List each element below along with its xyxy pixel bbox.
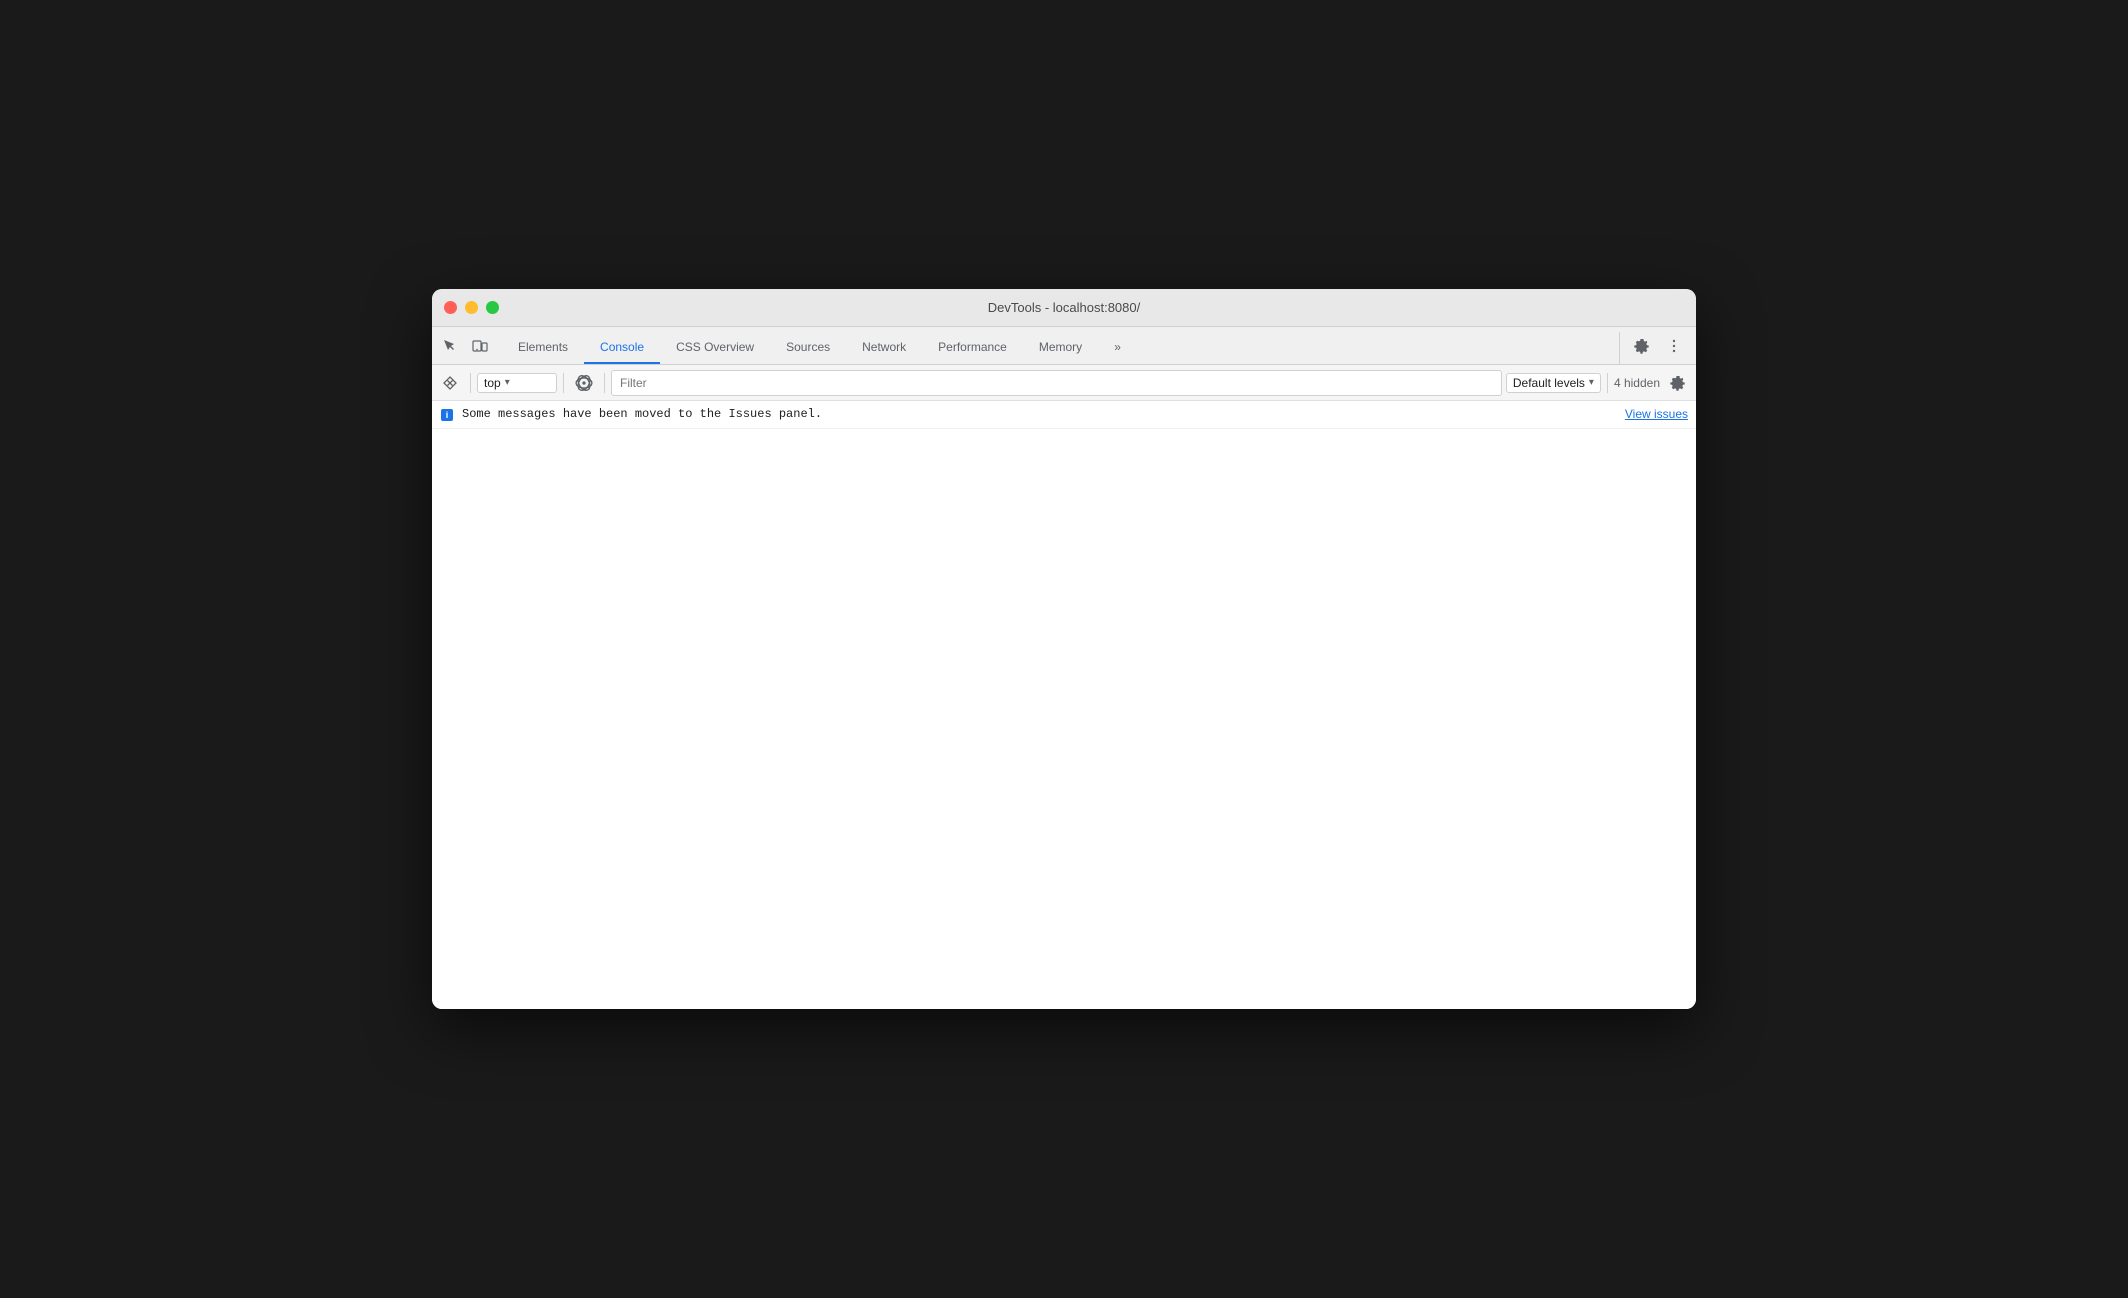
live-expressions-button[interactable]	[570, 369, 598, 397]
console-content: i Some messages have been moved to the I…	[432, 401, 1696, 1009]
inspect-element-button[interactable]	[436, 332, 464, 360]
more-options-button[interactable]	[1660, 332, 1688, 360]
toolbar-divider-2	[563, 373, 564, 393]
tab-css-overview[interactable]: CSS Overview	[660, 334, 770, 364]
settings-button[interactable]	[1628, 332, 1656, 360]
close-button[interactable]	[444, 301, 457, 314]
levels-label: Default levels	[1513, 376, 1585, 390]
console-toolbar: top ▾ Default levels ▾ 4 hidden	[432, 365, 1696, 401]
log-levels-selector[interactable]: Default levels ▾	[1506, 373, 1601, 393]
minimize-button[interactable]	[465, 301, 478, 314]
tab-network[interactable]: Network	[846, 334, 922, 364]
title-bar: DevTools - localhost:8080/	[432, 289, 1696, 327]
tab-more[interactable]: »	[1098, 334, 1137, 364]
maximize-button[interactable]	[486, 301, 499, 314]
console-settings-button[interactable]	[1664, 369, 1692, 397]
console-message: i Some messages have been moved to the I…	[432, 401, 1696, 429]
tab-memory[interactable]: Memory	[1023, 334, 1098, 364]
window-title: DevTools - localhost:8080/	[988, 300, 1140, 315]
tabs-list: Elements Console CSS Overview Sources Ne…	[502, 334, 1619, 364]
tab-elements[interactable]: Elements	[502, 334, 584, 364]
info-icon: i	[440, 408, 454, 422]
device-toolbar-button[interactable]	[466, 332, 494, 360]
levels-arrow-icon: ▾	[1589, 377, 1594, 388]
tab-bar-left-icons	[436, 332, 494, 364]
view-issues-link[interactable]: View issues	[1625, 407, 1688, 421]
context-selector[interactable]: top ▾	[477, 373, 557, 393]
tab-bar-right	[1619, 332, 1696, 364]
hidden-count: 4 hidden	[1614, 376, 1660, 390]
context-value: top	[484, 376, 501, 390]
tab-performance[interactable]: Performance	[922, 334, 1023, 364]
filter-input[interactable]	[611, 370, 1502, 396]
devtools-window: DevTools - localhost:8080/ Elements	[432, 289, 1696, 1009]
toolbar-divider-3	[604, 373, 605, 393]
tab-bar: Elements Console CSS Overview Sources Ne…	[432, 327, 1696, 365]
toolbar-divider-4	[1607, 373, 1608, 393]
svg-text:i: i	[446, 410, 449, 420]
context-arrow-icon: ▾	[505, 377, 510, 388]
toolbar-divider-1	[470, 373, 471, 393]
tab-sources[interactable]: Sources	[770, 334, 846, 364]
clear-console-button[interactable]	[436, 369, 464, 397]
console-message-text: Some messages have been moved to the Iss…	[462, 407, 1617, 421]
tab-console[interactable]: Console	[584, 334, 660, 364]
traffic-lights	[444, 301, 499, 314]
